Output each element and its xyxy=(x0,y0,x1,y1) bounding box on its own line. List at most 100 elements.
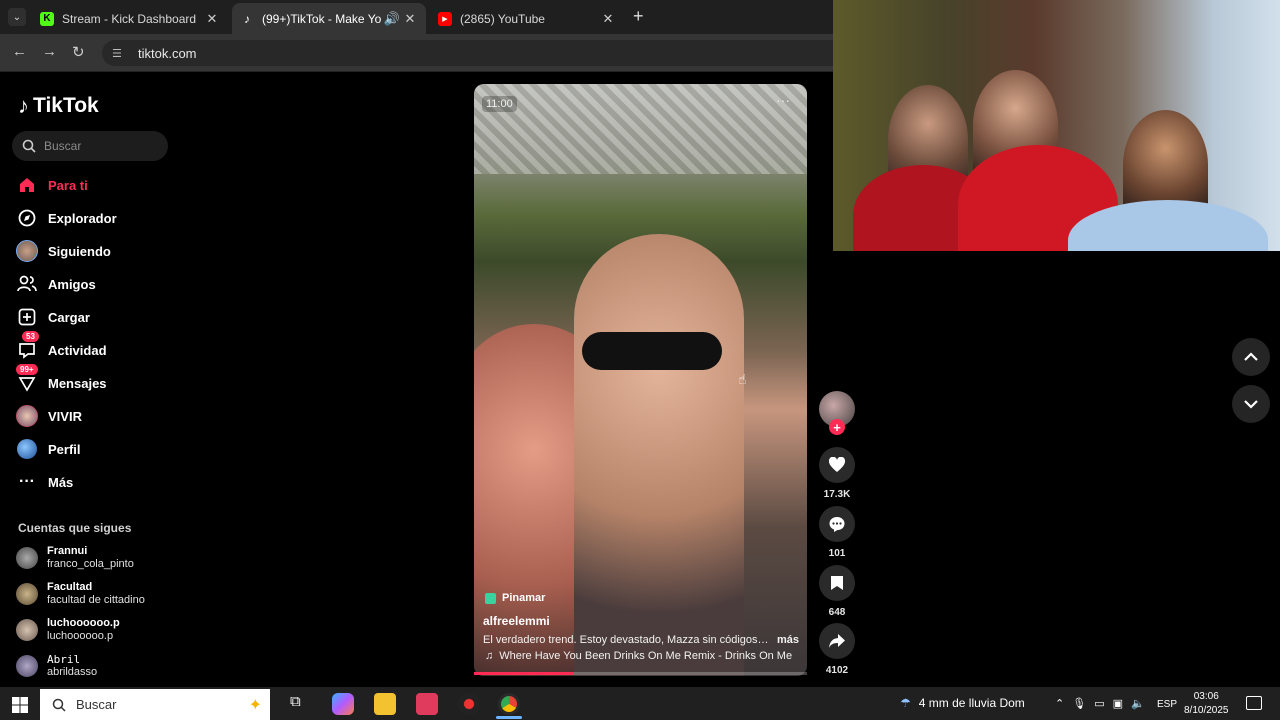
sidebar-item-label: Perfil xyxy=(48,441,81,457)
site-settings-icon[interactable]: ☰ xyxy=(112,47,126,60)
sidebar-item-label: Siguiendo xyxy=(48,243,111,259)
obs-icon[interactable] xyxy=(458,693,480,715)
windows-start-button[interactable] xyxy=(12,697,28,718)
tab-tiktok[interactable]: ♪ (99+)TikTok - Make Your Day 🔊 ✕ xyxy=(232,3,426,34)
forward-arrow-icon[interactable]: → xyxy=(42,43,57,60)
tab-kick[interactable]: K Stream - Kick Dashboard ✕ xyxy=(32,3,228,34)
sidebar-item-siguiendo[interactable]: Siguiendo xyxy=(16,239,111,263)
home-icon xyxy=(16,174,38,196)
sidebar-item-perfil[interactable]: Perfil xyxy=(16,437,81,461)
sidebar-item-label: Más xyxy=(48,474,74,490)
comment-icon xyxy=(819,506,855,542)
tab-search-button[interactable]: ⌄ xyxy=(8,8,26,26)
notification-icon[interactable] xyxy=(1246,696,1262,710)
friends-icon xyxy=(16,273,38,295)
taskbar-search[interactable]: Buscar ✦ xyxy=(40,689,270,720)
followed-account[interactable]: Frannui franco_cola_pinto xyxy=(16,545,134,571)
system-tray[interactable]: ⌃ 🎙 ▭ ▣ 🔈 xyxy=(1055,697,1145,710)
language-indicator[interactable]: ESP xyxy=(1157,699,1177,710)
sidebar-item-label: Explorador xyxy=(48,210,117,226)
network-icon[interactable]: ▣ xyxy=(1113,697,1123,710)
like-button[interactable]: 17.3K xyxy=(819,447,855,500)
file-explorer-icon[interactable] xyxy=(374,693,396,715)
windows-logo-icon xyxy=(12,697,28,713)
profile-icon xyxy=(16,438,38,460)
following-avatar-icon xyxy=(16,240,38,262)
close-icon[interactable]: ✕ xyxy=(402,11,418,27)
sidebar-item-label: VIVIR xyxy=(48,408,82,424)
location-tag[interactable]: Pinamar xyxy=(485,592,545,604)
url-text: tiktok.com xyxy=(138,45,197,61)
video-player[interactable] xyxy=(474,84,807,676)
active-app-indicator xyxy=(496,716,522,719)
followed-account[interactable]: luchoooooo.p luchoooooo.p xyxy=(16,617,120,643)
sidebar-item-para-ti[interactable]: Para ti xyxy=(16,173,88,197)
video-sunglasses xyxy=(582,332,722,370)
speaker-icon[interactable]: 🔊 xyxy=(382,11,402,27)
like-count: 17.3K xyxy=(823,489,851,500)
reload-icon[interactable]: ↻ xyxy=(72,43,85,61)
close-icon[interactable]: ✕ xyxy=(600,11,616,27)
app-icon[interactable] xyxy=(416,693,438,715)
video-music[interactable]: ♫ Where Have You Been Drinks On Me Remix… xyxy=(485,650,792,662)
account-name: luchoooooo.p xyxy=(47,617,120,629)
following-section-title: Cuentas que sigues xyxy=(18,521,132,535)
comment-button[interactable]: 101 xyxy=(819,506,855,559)
kick-icon: K xyxy=(40,11,54,26)
tab-title: (99+)TikTok - Make Your Day xyxy=(262,11,382,26)
sidebar-item-amigos[interactable]: Amigos xyxy=(16,272,96,296)
taskbar-search-placeholder: Buscar xyxy=(76,697,117,712)
previous-video-button[interactable] xyxy=(1232,338,1270,376)
clock-date: 8/10/2025 xyxy=(1184,705,1229,716)
back-arrow-icon[interactable]: ← xyxy=(12,43,27,60)
sidebar-item-actividad[interactable]: 53 Actividad xyxy=(16,331,107,362)
battery-icon[interactable]: ▭ xyxy=(1094,697,1104,710)
followed-account[interactable]: Abril abrildasso xyxy=(16,653,97,679)
next-video-button[interactable] xyxy=(1232,385,1270,423)
more-icon: ··· xyxy=(19,473,35,490)
more-options-icon[interactable]: ··· xyxy=(776,92,790,108)
messages-icon: 99+ xyxy=(16,364,38,394)
save-button[interactable]: 648 xyxy=(819,565,855,618)
account-handle: abrildasso xyxy=(47,666,98,678)
avatar xyxy=(16,583,38,605)
follow-plus-button[interactable]: + xyxy=(829,419,845,435)
chrome-icon[interactable] xyxy=(498,693,520,715)
followed-account[interactable]: Facultad facultad de cittadino xyxy=(16,581,145,607)
share-icon xyxy=(819,623,855,659)
clock-time: 03:06 xyxy=(1193,691,1219,702)
new-tab-button[interactable]: + xyxy=(633,6,644,27)
share-button[interactable]: 4102 xyxy=(819,623,855,676)
video-progress-fill xyxy=(474,672,574,675)
microphone-icon[interactable]: 🎙 xyxy=(1072,697,1086,710)
chevron-up-icon[interactable]: ⌃ xyxy=(1055,697,1064,710)
sidebar-item-cargar[interactable]: Cargar xyxy=(16,305,90,329)
sidebar-item-vivir[interactable]: VIVIR xyxy=(16,404,82,428)
copilot-icon[interactable] xyxy=(332,693,354,715)
compass-icon xyxy=(16,207,38,229)
tiktok-logo[interactable]: ♪ TikTok xyxy=(18,93,99,119)
account-name: Facultad xyxy=(47,581,93,593)
sidebar-item-mas[interactable]: ··· Más xyxy=(16,470,73,494)
account-handle: luchoooooo.p xyxy=(47,630,114,642)
messages-badge: 99+ xyxy=(16,364,38,375)
address-bar[interactable]: ☰ tiktok.com xyxy=(102,40,833,66)
tab-title: (2865) YouTube xyxy=(460,11,545,26)
video-author[interactable]: alfreelemmi xyxy=(483,614,550,628)
rain-icon: ☂ xyxy=(900,696,911,710)
sidebar-item-explorador[interactable]: Explorador xyxy=(16,206,117,230)
task-view-icon[interactable]: ⧉ xyxy=(290,693,312,715)
tab-youtube[interactable]: ▶ (2865) YouTube ✕ xyxy=(430,3,624,34)
video-progress-bar[interactable] xyxy=(474,672,807,675)
tiktok-note-icon: ♪ xyxy=(18,93,29,118)
sidebar-item-label: Mensajes xyxy=(48,375,107,391)
taskbar-clock[interactable]: 03:06 8/10/2025 xyxy=(1184,690,1229,718)
sidebar-item-label: Cargar xyxy=(48,309,90,325)
search-input[interactable]: Buscar xyxy=(12,131,168,161)
sidebar-item-mensajes[interactable]: 99+ Mensajes xyxy=(16,364,107,395)
sidebar-item-label: Actividad xyxy=(48,342,107,358)
weather-widget[interactable]: ☂ 4 mm de lluvia Dom xyxy=(900,696,1025,710)
caption-more-button[interactable]: más xyxy=(777,634,799,646)
close-icon[interactable]: ✕ xyxy=(204,11,220,27)
volume-icon[interactable]: 🔈 xyxy=(1131,697,1145,710)
